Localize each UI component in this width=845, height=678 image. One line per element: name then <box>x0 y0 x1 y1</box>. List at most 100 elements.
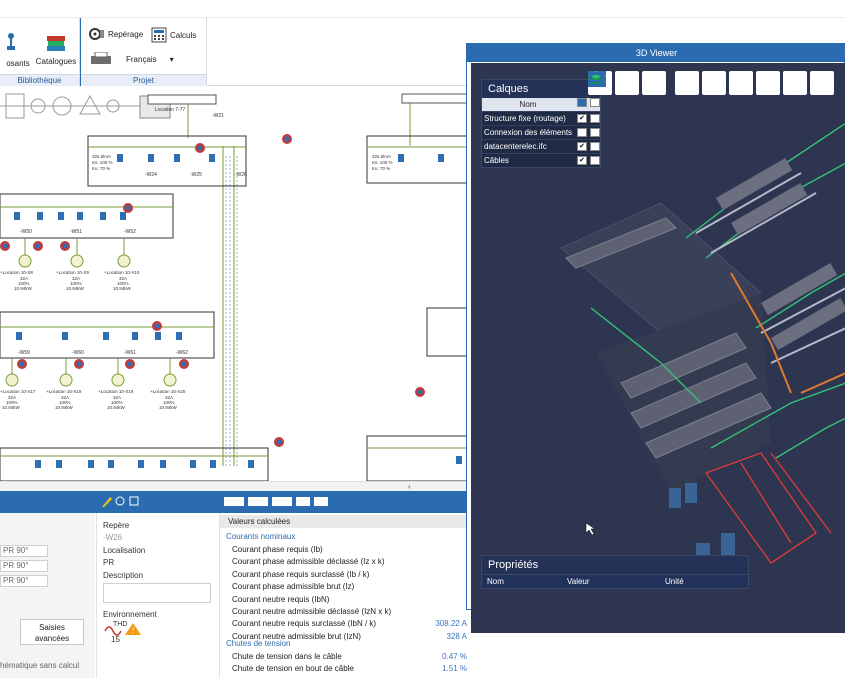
layers-icon[interactable] <box>588 71 666 95</box>
calculs-button[interactable]: Calculs <box>151 27 196 43</box>
layer-row[interactable]: Structure fixe (routage) <box>482 111 600 125</box>
properties-toolbar <box>0 491 470 513</box>
current-row: Courant phase admissible brut (Iz) <box>220 581 471 593</box>
home-icon[interactable] <box>588 71 639 95</box>
layers-panel: Calques Nom Structure fixe (routage) Conn… <box>481 79 601 168</box>
localisation-label: Localisation <box>103 546 146 555</box>
layer-visible-checkbox[interactable] <box>577 114 587 123</box>
loc5-label: +Location 10-X18 <box>46 389 82 394</box>
layer-visible-checkbox[interactable] <box>577 142 587 151</box>
w51-label: -W51 <box>70 229 82 235</box>
loc2-label: +Location 10-X9 <box>56 270 89 275</box>
section-voltage-drops: Chutes de tension <box>226 639 291 648</box>
properties-header: Nom Valeur Unité <box>482 574 748 588</box>
panel-tool-icons <box>102 496 139 507</box>
w59-label: -W59 <box>18 350 30 356</box>
layer-visible-checkbox[interactable] <box>577 128 587 137</box>
viewer-3d-window: 3D Viewer Calques Nom Structure fixe (ro… <box>466 43 845 633</box>
repere-value[interactable]: -W26 <box>103 533 122 542</box>
section-nominal-currents: Courants nominaux <box>226 532 296 541</box>
calc-tool-icons <box>224 497 328 506</box>
element-identity-card: Repère -W26 Localisation PR Description … <box>96 513 218 678</box>
voltage-drop-row: Chute de tension en bout de câble 1.51 % <box>220 663 471 675</box>
ribbon-group-project: Repérage Calculs Français ▾ Projet <box>80 18 207 86</box>
components-icon <box>7 33 15 50</box>
current-name: Courant neutre admissible déclassé (IzN … <box>232 607 392 616</box>
mouse-cursor-icon <box>585 522 596 536</box>
box1-power: 325.5kVA <box>92 154 111 159</box>
hide-icon[interactable] <box>588 71 699 95</box>
show-all-icon[interactable] <box>588 71 726 95</box>
properties-col-name: Nom <box>487 577 504 586</box>
box1-ku: Ku: 70 % <box>92 166 110 171</box>
voltage-drop-name: Chute de tension en bout de câble <box>232 664 354 674</box>
insulation-field-3[interactable]: PR 90° <box>0 575 48 587</box>
ribbon-group-library: osants Catalogues Bibliothèque <box>0 18 80 86</box>
schematic-note: hématique sans calcul <box>0 661 80 670</box>
w52-label: -W52 <box>124 229 136 235</box>
kw-label-1: 10.94kW <box>14 286 33 291</box>
w26-label: -W26 <box>235 172 247 178</box>
collapse-arrow-icon[interactable]: ‹ <box>408 482 411 491</box>
properties-col-value: Valeur <box>567 577 590 586</box>
schematic-canvas[interactable]: Location 7-77 -W21 325.5kVA Ks: 100 % Ku… <box>0 86 470 481</box>
language-select[interactable]: Français ▾ <box>89 52 174 66</box>
viewer-3d-canvas[interactable]: Calques Nom Structure fixe (routage) Conn… <box>471 63 845 633</box>
layer-row[interactable]: Connexion des éléments <box>482 125 600 139</box>
current-name: Courant neutre requis surclassé (IbN / k… <box>232 619 377 629</box>
voltage-drop-value: 1.51 % <box>442 664 467 674</box>
layers-col-name: Nom <box>519 100 537 109</box>
layer-lock-checkbox[interactable] <box>590 114 600 123</box>
kw-label-6: 10.94kW <box>107 405 126 410</box>
layer-visible-checkbox[interactable] <box>577 156 587 165</box>
layer-lock-checkbox[interactable] <box>590 128 600 137</box>
w24-label: -W24 <box>145 172 157 178</box>
loc-77-label: Location 7-77 <box>155 107 186 113</box>
voltage-drop-row: Chute de tension dans le câble 0.47 % <box>220 651 471 663</box>
layer-row[interactable]: datacenterelec.ifc <box>482 139 600 153</box>
insulation-field-2[interactable]: PR 90° <box>0 560 48 572</box>
voltage-drop-name: Chute de tension dans le câble <box>232 652 342 661</box>
current-row: Courant neutre requis (IbN) <box>220 594 471 606</box>
chevron-down-icon: ▾ <box>169 54 174 64</box>
layer-row[interactable]: Câbles <box>482 153 600 167</box>
language-value: Français <box>126 54 157 64</box>
description-label: Description <box>103 571 144 580</box>
reperage-button[interactable]: Repérage <box>89 27 143 41</box>
current-row: Courant neutre requis surclassé (IbN / k… <box>220 618 471 630</box>
catalogues-label: Catalogues <box>35 57 77 66</box>
properties-area: PR 90° PR 90° PR 90° Saisies avancées hé… <box>0 491 471 678</box>
ribbon-group-library-label: Bibliothèque <box>0 74 79 86</box>
loc6-label: +Location 10-X19 <box>98 389 134 394</box>
fit-icon[interactable] <box>589 71 807 95</box>
panel-splitter[interactable]: ‹ <box>0 481 470 491</box>
schematic-drawing: Location 7-77 -W21 325.5kVA Ks: 100 % Ku… <box>0 93 470 481</box>
localisation-value[interactable]: PR <box>103 558 114 567</box>
properties-panel: Propriétés Nom Valeur Unité <box>481 555 749 589</box>
window-top-strip <box>0 0 845 18</box>
insulation-field-1[interactable]: PR 90° <box>0 545 48 557</box>
voltage-drop-value: 0.47 % <box>442 652 467 661</box>
ghost-icon[interactable] <box>589 71 780 95</box>
kw-label-2: 10.94kW <box>66 286 85 291</box>
description-field[interactable] <box>103 583 211 603</box>
current-name: Courant phase admissible brut (Iz) <box>232 582 355 592</box>
cable-settings-card: PR 90° PR 90° PR 90° Saisies avancées hé… <box>0 513 95 678</box>
calculs-label: Calculs <box>170 30 197 40</box>
gear-tag-icon <box>89 28 104 40</box>
thd-value: 15 <box>111 635 120 644</box>
cube-icon[interactable] <box>588 71 753 95</box>
loc3-label: +Location 10-X10 <box>104 270 140 275</box>
w21-label: -W21 <box>212 113 224 119</box>
calculated-values-card: Valeurs calculées Courants nominaux Cour… <box>219 513 471 678</box>
current-name: Courant neutre requis (IbN) <box>232 594 330 604</box>
layer-lock-checkbox[interactable] <box>590 156 600 165</box>
w62-label: -W62 <box>176 350 188 356</box>
layers-title: Calques <box>482 80 600 98</box>
layer-lock-checkbox[interactable] <box>590 142 600 151</box>
advanced-input-button[interactable]: Saisies avancées <box>20 619 84 645</box>
settings-icon[interactable] <box>588 71 834 95</box>
current-value: 308.22 A <box>435 619 467 629</box>
catalogues-button[interactable]: Catalogues <box>34 32 78 66</box>
loc4-label: +Location 10-X17 <box>0 389 36 394</box>
